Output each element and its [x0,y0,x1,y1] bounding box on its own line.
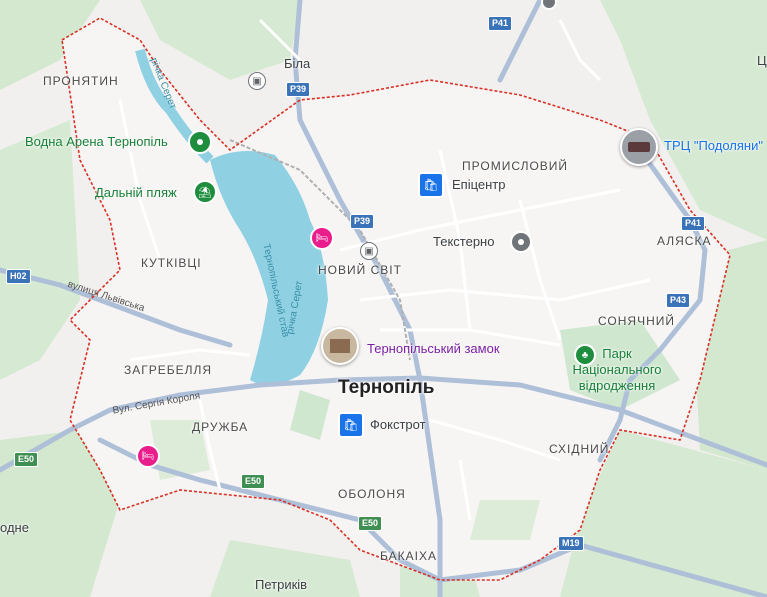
road-shield-m19: M19 [558,536,584,551]
edge-label: Ц [757,53,767,68]
pin-icon[interactable] [510,231,532,253]
district-label: ДРУЖБА [192,420,249,434]
district-label: ПРОНЯТИН [43,74,119,88]
bed-icon[interactable]: 🛏 [136,444,160,468]
mall-photo-icon[interactable] [620,128,658,166]
poi-label-ternopil-castle[interactable]: Тернопільський замок [367,341,500,356]
district-label: НОВИЙ СВІТ [318,263,402,277]
road-shield-p41: P41 [681,216,706,231]
village-label: Петриків [255,577,308,592]
district-label: ЗАГРЕБЕЛЛЯ [124,363,213,377]
road-shield-e50: E50 [14,452,39,467]
district-label: БАКАІХА [380,549,437,563]
village-label: Біла [284,56,311,71]
district-label: КУТКІВЦІ [141,256,202,270]
district-label: СХІДНИЙ [549,442,610,456]
road-shield-e50: E50 [241,474,266,489]
district-label: ОБОЛОНЯ [338,487,406,501]
district-label: СОНЯЧНИЙ [598,314,675,328]
poi-label-teksterno[interactable]: Текстерно [433,234,494,249]
map-canvas[interactable]: річка Серет річка Серет Тернопільський с… [0,0,767,597]
poi-label-park[interactable]: Парк Національного відродження [567,346,667,394]
poi-label-epitsentr[interactable]: Епіцентр [452,177,506,192]
bed-icon[interactable]: 🛏 [310,226,334,250]
road-shield-e50: E50 [358,516,383,531]
train-station-icon[interactable]: ▣ [248,72,266,90]
shopping-bag-icon[interactable]: 🛍 [418,172,444,198]
city-label[interactable]: Тернопіль [338,377,434,399]
district-label: ПРОМИСЛОВИЙ [462,159,569,173]
castle-photo-icon[interactable] [321,327,359,365]
road-shield-p43: P43 [666,293,691,308]
road-shield-p41: P41 [488,16,513,31]
poi-label-vodna-arena[interactable]: Водна Арена Тернопіль [25,134,168,149]
poi-label-trts-podoliany[interactable]: ТРЦ "Подоляни" [664,138,763,153]
train-station-icon[interactable]: ▣ [360,242,378,260]
village-label: одне [0,520,29,535]
beach-icon[interactable]: ⛱ [193,180,217,204]
district-label: АЛЯСКА [657,234,712,248]
road-shield-p39: P39 [350,214,375,229]
poi-label-dalnyi-pliazh[interactable]: Дальній пляж [95,185,177,200]
road-shield-p39: P39 [286,82,311,97]
road-shield-h02: H02 [6,269,31,284]
shopping-bag-icon[interactable]: 🛍 [338,412,364,438]
poi-label-fokstrot[interactable]: Фокстрот [370,417,426,432]
pin-icon[interactable] [188,130,212,154]
